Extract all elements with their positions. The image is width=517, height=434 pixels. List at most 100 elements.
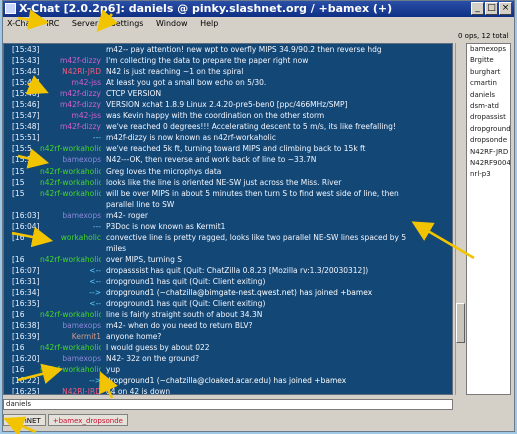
chat-nick[interactable]: Kermit1: [40, 331, 101, 342]
user-list-item[interactable]: N42RF-JRD: [467, 147, 510, 158]
menu-xchat[interactable]: X-Chat: [7, 19, 34, 28]
chat-timestamp: [15:5: [12, 144, 32, 154]
user-list[interactable]: bamexops Brgitte burghart cmartin daniels dsm…: [466, 43, 511, 395]
chat-nick[interactable]: ---: [40, 221, 101, 232]
message-input[interactable]: daniels: [3, 399, 453, 410]
chat-line: [16:22] --> dropground1 (~chatzilla@cloake…: [4, 375, 452, 386]
chat-line: [16:31] <-- dropground1 has quit (Quit: Cl…: [4, 276, 452, 287]
chat-nick[interactable]: <--: [40, 298, 101, 309]
chat-line: [15:44] m42-jss At least you got a small b…: [4, 77, 452, 88]
chat-message: convective line is pretty ragged, looks …: [106, 232, 407, 242]
chat-nick[interactable]: bamexops: [40, 320, 101, 331]
chat-line: [15:43] m42-- pay attention! new wpt to o…: [4, 44, 452, 55]
chat-message: m42- roger: [106, 210, 148, 220]
chat-line: [16:35] <-- dropground1 has quit (Quit: Cl…: [4, 298, 452, 309]
chat-nick[interactable]: n42rf-workaholic: [40, 188, 101, 199]
chat-nick[interactable]: N42RI-JRD: [40, 66, 101, 77]
chat-nick[interactable]: m42f-dizzy: [40, 88, 101, 99]
title-bar[interactable]: X-Chat [2.0.2p6]: daniels @ pinky.slashn…: [3, 1, 514, 17]
chat-message: N42 is just reaching ~1 on the spiral: [106, 67, 244, 77]
chat-line: [15:46] m42f-dizzy CTCP VERSION: [4, 88, 452, 99]
chat-nick[interactable]: ---: [40, 132, 101, 143]
chat-nick[interactable]: <--: [40, 276, 101, 287]
user-list-item[interactable]: bamexops: [467, 44, 510, 55]
chat-nick[interactable]: n42rf-workaholic: [40, 166, 101, 177]
chat-line: [15 n42rf-workaholic looks like the line i…: [4, 177, 452, 188]
input-nick[interactable]: daniels: [6, 400, 31, 408]
chat-message: I would guess by about 022: [106, 343, 210, 353]
chat-nick[interactable]: m42-jss: [40, 110, 101, 121]
chat-line: [15:43] m42f-dizzy I'm collecting the data…: [4, 55, 452, 66]
menu-server[interactable]: Server: [72, 19, 98, 28]
chat-timestamp: [15: [12, 177, 25, 187]
chat-timestamp: [15:44]: [12, 67, 40, 77]
user-list-item[interactable]: Brgitte: [467, 55, 510, 66]
menu-help[interactable]: Help: [200, 19, 218, 28]
menu-irc[interactable]: IRC: [46, 19, 59, 28]
app-icon: [5, 3, 16, 14]
chat-line: [16:20] bamexops N42- 32z on the ground?: [4, 353, 452, 364]
chat-nick[interactable]: n42rf-workaholic: [40, 364, 101, 375]
chat-nick[interactable]: m42f-dizzy: [40, 121, 101, 132]
chat-line: [16:38] bamexops m42- when do you need to …: [4, 320, 452, 331]
chat-nick[interactable]: N42RI-JRD: [40, 386, 101, 394]
chat-timestamp: [16: [12, 365, 25, 375]
chat-line: [16:39] Kermit1 anyone home?: [4, 331, 452, 342]
chat-timestamp: [15:51]: [12, 133, 40, 143]
chat-nick[interactable]: n42rf-workaholic: [40, 143, 101, 154]
chat-log[interactable]: [15:43] m42-- pay attention! new wpt to o…: [3, 43, 453, 395]
user-list-item[interactable]: dsm-atd: [467, 101, 510, 112]
chat-message: N42- 32z on the ground?: [106, 354, 200, 364]
chat-timestamp: [16:20]: [12, 354, 40, 364]
menu-window[interactable]: Window: [156, 19, 188, 28]
chat-line: [16:07] <-- dropasssist has quit (Quit: Ch…: [4, 265, 452, 276]
chat-nick[interactable]: <--: [40, 265, 101, 276]
chat-line: [15:48] m42f-dizzy we've reached 0 degrees…: [4, 121, 452, 132]
user-list-item[interactable]: cmartin: [467, 78, 510, 89]
scrollbar-thumb[interactable]: [456, 303, 465, 343]
chat-message: dropasssist has quit (Quit: ChatZilla 0.…: [106, 265, 369, 275]
chat-nick[interactable]: n42rf-workaholic: [40, 254, 101, 265]
chat-message: we've reached 0 degrees!!! Accelerating …: [106, 122, 396, 132]
chat-nick[interactable]: n42rf-workaholic: [40, 309, 101, 320]
chat-timestamp: [16:31]: [12, 276, 40, 286]
chat-message: yup: [106, 365, 120, 375]
user-list-item[interactable]: nrl-p3: [467, 169, 510, 180]
chat-nick[interactable]: n42rf-workaholic: [40, 177, 101, 188]
menu-settings[interactable]: Settings: [111, 19, 144, 28]
window-title: X-Chat [2.0.2p6]: daniels @ pinky.slashn…: [19, 2, 393, 15]
maximize-button[interactable]: □: [485, 2, 498, 15]
chat-timestamp: [15:47]: [12, 111, 40, 121]
tab-bamex-dropsonde[interactable]: +bamex_dropsonde: [47, 414, 128, 426]
user-list-item[interactable]: dropsonde: [467, 135, 510, 146]
user-list-item[interactable]: daniels: [467, 90, 510, 101]
chat-scrollbar[interactable]: [455, 43, 465, 395]
chat-timestamp: [15:43]: [12, 56, 40, 66]
minimize-button[interactable]: _: [471, 2, 484, 15]
chat-line: [15:44] N42RI-JRD N42 is just reaching ~1 …: [4, 66, 452, 77]
chat-message: At least you got a small bow echo on 5/3…: [106, 78, 267, 88]
chat-message: was Kevin happy with the coordination on…: [106, 111, 325, 121]
chat-nick[interactable]: m42-jss: [40, 77, 101, 88]
tab-slashnet[interactable]: SlashNET: [3, 414, 46, 426]
chat-nick[interactable]: bamexops: [40, 154, 101, 165]
chat-nick[interactable]: workaholic: [40, 232, 101, 243]
user-list-item[interactable]: dropground1: [467, 124, 510, 135]
chat-nick[interactable]: -->: [40, 287, 101, 298]
chat-message: Greg loves the microphys data: [106, 166, 222, 176]
chat-nick[interactable]: -->: [40, 375, 101, 386]
close-button[interactable]: ×: [499, 2, 512, 15]
user-list-item[interactable]: N42RF9004: [467, 158, 510, 169]
chat-message: m42- when do you need to return BLV?: [106, 321, 253, 331]
chat-message: over MIPS, turning S: [106, 254, 182, 264]
chat-nick[interactable]: bamexops: [40, 353, 101, 364]
chat-nick[interactable]: m42f-dizzy: [40, 55, 101, 66]
chat-nick[interactable]: m42f-dizzy: [40, 99, 101, 110]
chat-nick[interactable]: bamexops: [40, 210, 101, 221]
chat-nick[interactable]: n42rf-workaholic: [40, 342, 101, 353]
user-list-item[interactable]: burghart: [467, 67, 510, 78]
user-list-item[interactable]: dropassist: [467, 112, 510, 123]
chat-message: m42f-dizzy is now known as n42rf-workaho…: [106, 133, 276, 143]
chat-timestamp: [16:25]: [12, 387, 40, 395]
chat-message: we've reached 5k ft, turning toward MIPS…: [106, 144, 366, 154]
